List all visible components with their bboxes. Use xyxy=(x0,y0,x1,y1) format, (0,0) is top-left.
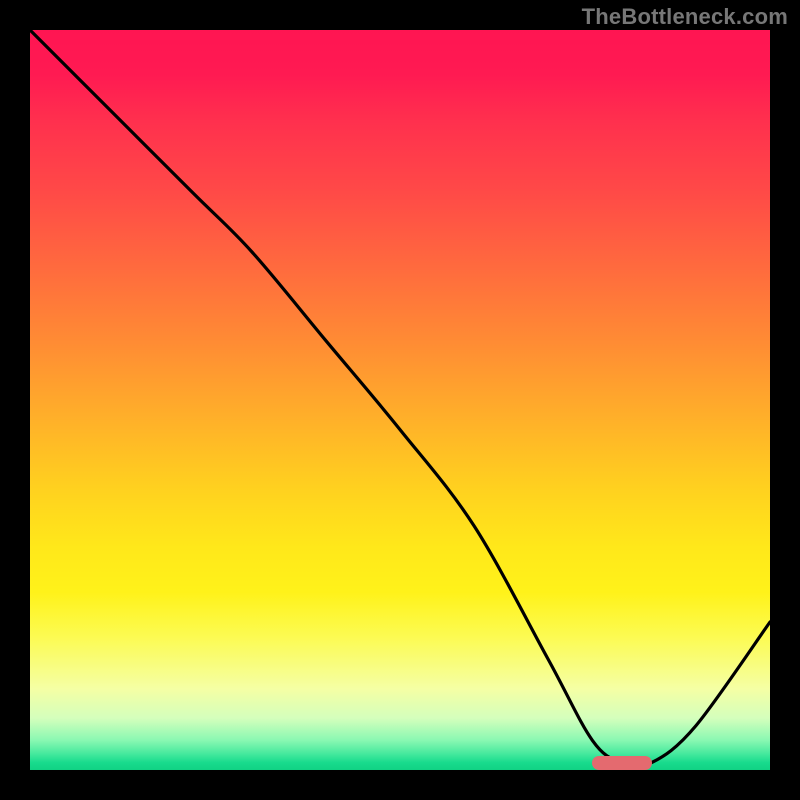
watermark-text: TheBottleneck.com xyxy=(582,4,788,30)
optimal-marker xyxy=(592,756,651,770)
plot-area xyxy=(30,30,770,770)
chart-frame: TheBottleneck.com xyxy=(0,0,800,800)
curve-path xyxy=(30,30,770,766)
bottleneck-curve xyxy=(30,30,770,770)
